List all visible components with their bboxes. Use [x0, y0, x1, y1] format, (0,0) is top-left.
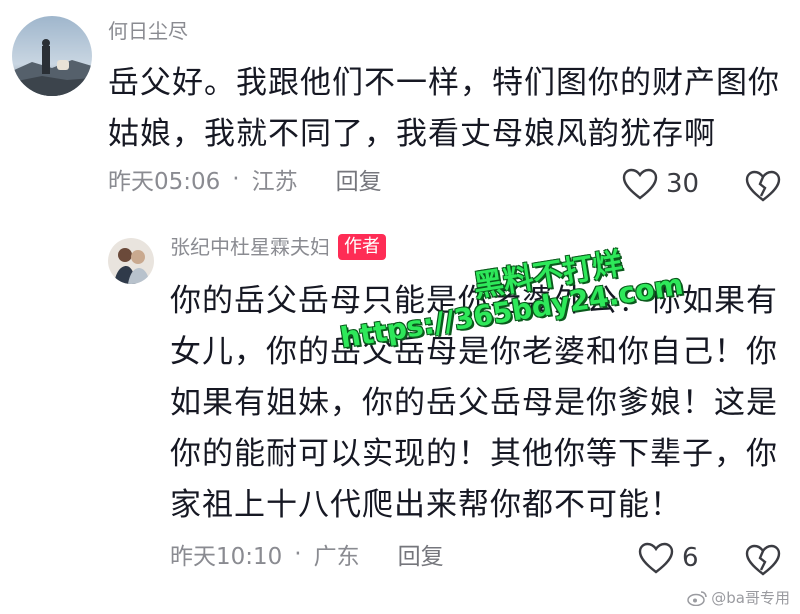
comment-line: 姑娘，我就不同了，我看丈母娘风韵犹存啊 [108, 116, 716, 152]
separator-dot: · [232, 166, 240, 192]
author-badge: 作者 [338, 234, 386, 260]
like-button[interactable]: 30 [622, 168, 699, 200]
weibo-credit: @ba哥专用 [687, 587, 790, 608]
author-avatar[interactable] [108, 238, 154, 284]
user-avatar[interactable] [12, 16, 92, 96]
author-header: 张纪中杜星霖夫妇 作者 [170, 234, 780, 260]
heart-outline-icon [622, 168, 658, 200]
weibo-logo-icon [687, 590, 708, 606]
like-count: 6 [682, 543, 699, 573]
dislike-button[interactable] [745, 170, 781, 202]
location: 江苏 [251, 169, 298, 195]
comment-text: 岳父好。我跟他们不一样，特们图你的财产图你 姑娘，我就不同了，我看丈母娘风韵犹存… [108, 58, 780, 160]
comment-line: 如果有姐妹，你的岳父岳母是你爹娘！这是 [170, 385, 778, 421]
dislike-button[interactable] [745, 544, 781, 576]
broken-heart-icon [745, 170, 781, 202]
heart-outline-icon [638, 542, 674, 574]
reply-button[interactable]: 回复 [336, 162, 382, 196]
username[interactable]: 张纪中杜星霖夫妇 [170, 235, 330, 259]
broken-heart-icon [745, 544, 781, 576]
comment-line: 家祖上十八代爬出来帮你都不可能！ [170, 487, 682, 523]
comment-line: 女儿，你的岳父岳母是你老婆和你自己！你 [170, 334, 778, 370]
comment-line: 你的能耐可以实现的！其他你等下辈子，你 [170, 436, 778, 472]
like-count: 30 [666, 169, 700, 199]
location: 广东 [313, 544, 360, 570]
comment-line: 岳父好。我跟他们不一样，特们图你的财产图你 [108, 65, 780, 101]
username[interactable]: 何日尘尽 [108, 18, 780, 44]
timestamp: 昨天10:10 [170, 544, 283, 570]
like-button[interactable]: 6 [638, 542, 699, 574]
credit-text: @ba哥专用 [711, 589, 790, 607]
reply-button[interactable]: 回复 [398, 537, 444, 571]
timestamp: 昨天05:06 [108, 169, 221, 195]
separator-dot: · [294, 541, 302, 567]
